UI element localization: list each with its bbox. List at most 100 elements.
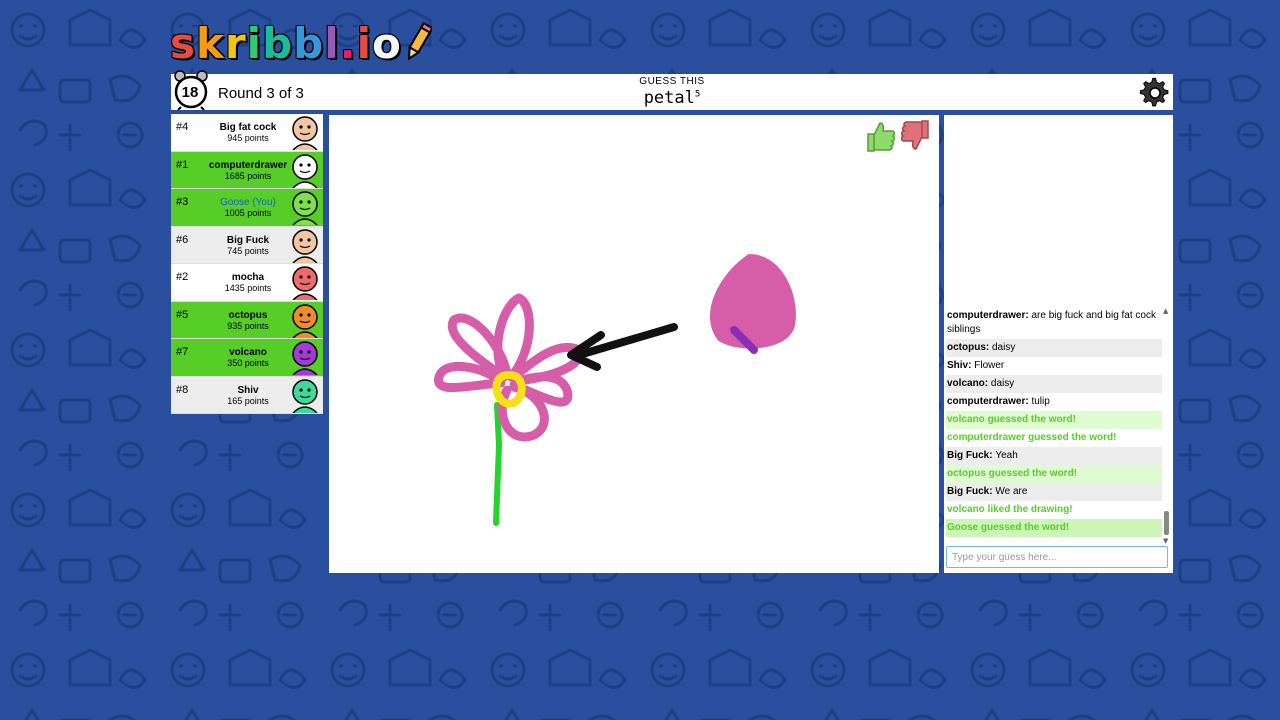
- chat-message: volcano guessed the word!: [946, 411, 1162, 429]
- chat-message: Big Fuck: Yeah: [946, 447, 1162, 465]
- timer-value: 18: [181, 84, 199, 101]
- chat-text: tulip: [1031, 396, 1050, 407]
- player-rank: #2: [176, 271, 189, 283]
- flower-stem: [493, 402, 502, 526]
- player-row[interactable]: #4 Big fat cock 945 points: [171, 114, 323, 152]
- game-header-bar: Round 3 of 3 GUESS THIS petal5: [171, 70, 1173, 110]
- avatar-icon: [292, 153, 318, 188]
- guess-this-label: GUESS THIS: [639, 76, 705, 87]
- chat-message: Big Fuck: We are: [946, 483, 1162, 501]
- logo-text: skribbl.io: [170, 19, 402, 68]
- guess-input[interactable]: [946, 546, 1168, 568]
- player-name: volcano: [229, 347, 267, 358]
- scroll-up-icon[interactable]: ▲: [1163, 307, 1168, 315]
- player-name: computerdrawer: [208, 159, 288, 171]
- chat-text: Flower: [974, 360, 1005, 371]
- player-name: Big fat cock: [219, 122, 277, 133]
- player-row[interactable]: #6 Big Fuck 745 points: [171, 226, 323, 264]
- drawn-arrow: [567, 323, 678, 371]
- drawing: [434, 254, 796, 526]
- separated-petal: [709, 254, 796, 349]
- logo-letter: o: [372, 18, 402, 68]
- player-row[interactable]: #2 mocha 1435 points: [171, 264, 323, 302]
- chat-user: computerdrawer: [947, 396, 1026, 407]
- player-rank: #5: [176, 308, 189, 321]
- word-text: petal: [643, 88, 695, 108]
- chat-text: daisy: [990, 378, 1015, 389]
- chat-text: Yeah: [995, 450, 1018, 461]
- chat-user: computerdrawer: [947, 310, 1026, 321]
- chat-user: Big Fuck: [947, 450, 990, 461]
- avatar-icon: [292, 191, 318, 225]
- player-rank: #8: [176, 383, 189, 396]
- gear-icon[interactable]: [1139, 77, 1171, 109]
- logo-letter: .: [339, 18, 357, 68]
- player-rank: #4: [176, 121, 189, 133]
- chat-message: Shiv: Flower: [946, 357, 1162, 375]
- chat-message: computerdrawer: tulip: [946, 393, 1162, 411]
- logo-letter: s: [170, 18, 196, 68]
- thumbs-up-icon[interactable]: [864, 119, 896, 153]
- chat-text: volcano liked the drawing!: [947, 504, 1073, 515]
- avatar-icon: [292, 116, 318, 150]
- scroll-down-icon[interactable]: ▼: [1163, 537, 1168, 545]
- chat-message: Goose guessed the word!: [946, 519, 1162, 537]
- chat-user: volcano: [947, 378, 985, 389]
- player-points: 165 points: [227, 395, 269, 406]
- logo-letter: b: [262, 18, 294, 68]
- player-row[interactable]: #8 Shiv 165 points: [171, 376, 323, 414]
- player-name: Shiv: [237, 384, 259, 396]
- player-name: octopus: [228, 309, 268, 321]
- avatar-icon: [292, 228, 318, 263]
- word-hint: petal5: [171, 88, 1173, 108]
- chat-message: computerdrawer: are big fuck and big fat…: [946, 307, 1162, 339]
- avatar-icon: [292, 266, 318, 300]
- skribbl-logo: skribbl.io: [170, 18, 432, 68]
- drawing-canvas[interactable]: [329, 115, 939, 573]
- chat-panel: computerdrawer: are big fuck and big fat…: [944, 115, 1173, 573]
- player-points: 1685 points: [224, 170, 272, 181]
- player-points: 350 points: [227, 358, 269, 368]
- chat-text: octopus guessed the word!: [947, 468, 1078, 479]
- avatar-icon: [292, 303, 318, 338]
- chat-user: octopus: [947, 342, 986, 353]
- avatar-icon: [292, 341, 318, 375]
- chat-text: Goose guessed the word!: [947, 522, 1070, 533]
- player-rank: #3: [176, 196, 189, 208]
- thumbs-down-icon[interactable]: [900, 119, 932, 153]
- scroll-thumb[interactable]: [1164, 511, 1169, 535]
- chat-scrollbar[interactable]: ▲ ▼: [1163, 307, 1171, 545]
- logo-letter: r: [224, 18, 247, 68]
- pencil-icon: [407, 21, 432, 61]
- chat-user: Big Fuck: [947, 486, 990, 497]
- chat-message: volcano liked the drawing!: [946, 501, 1162, 519]
- chat-text: daisy: [992, 342, 1016, 353]
- player-row[interactable]: #7 volcano 350 points: [171, 339, 323, 377]
- chat-message: octopus: daisy: [946, 339, 1162, 357]
- player-name: mocha: [231, 272, 265, 283]
- chat-text: We are: [995, 486, 1028, 497]
- chat-message: computerdrawer guessed the word!: [946, 429, 1162, 447]
- player-name: Big Fuck: [226, 234, 270, 246]
- logo-letter: i: [246, 18, 263, 68]
- player-points: 745 points: [227, 245, 269, 256]
- player-row[interactable]: #5 octopus 935 points: [171, 301, 323, 339]
- player-rank: #1: [176, 158, 189, 171]
- word-length: 5: [694, 89, 701, 100]
- flower-petals: [434, 293, 584, 442]
- player-points: 935 points: [227, 320, 269, 331]
- logo-letter: i: [356, 18, 372, 68]
- logo-letter: k: [196, 18, 225, 68]
- chat-text: computerdrawer guessed the word!: [947, 432, 1117, 443]
- rating-buttons: [864, 119, 932, 153]
- player-rank: #7: [176, 346, 189, 358]
- avatar-icon: [292, 378, 318, 413]
- logo-letter: b: [293, 18, 325, 68]
- chat-text: volcano guessed the word!: [947, 414, 1076, 425]
- player-name: Goose (You): [220, 197, 276, 208]
- logo-letter: l: [324, 18, 340, 68]
- chat-user: Shiv: [947, 360, 969, 371]
- player-row[interactable]: #1 computerdrawer 1685 points: [171, 151, 323, 189]
- chat-message: octopus guessed the word!: [946, 465, 1162, 483]
- player-row[interactable]: #3 Goose (You) 1005 points: [171, 189, 323, 227]
